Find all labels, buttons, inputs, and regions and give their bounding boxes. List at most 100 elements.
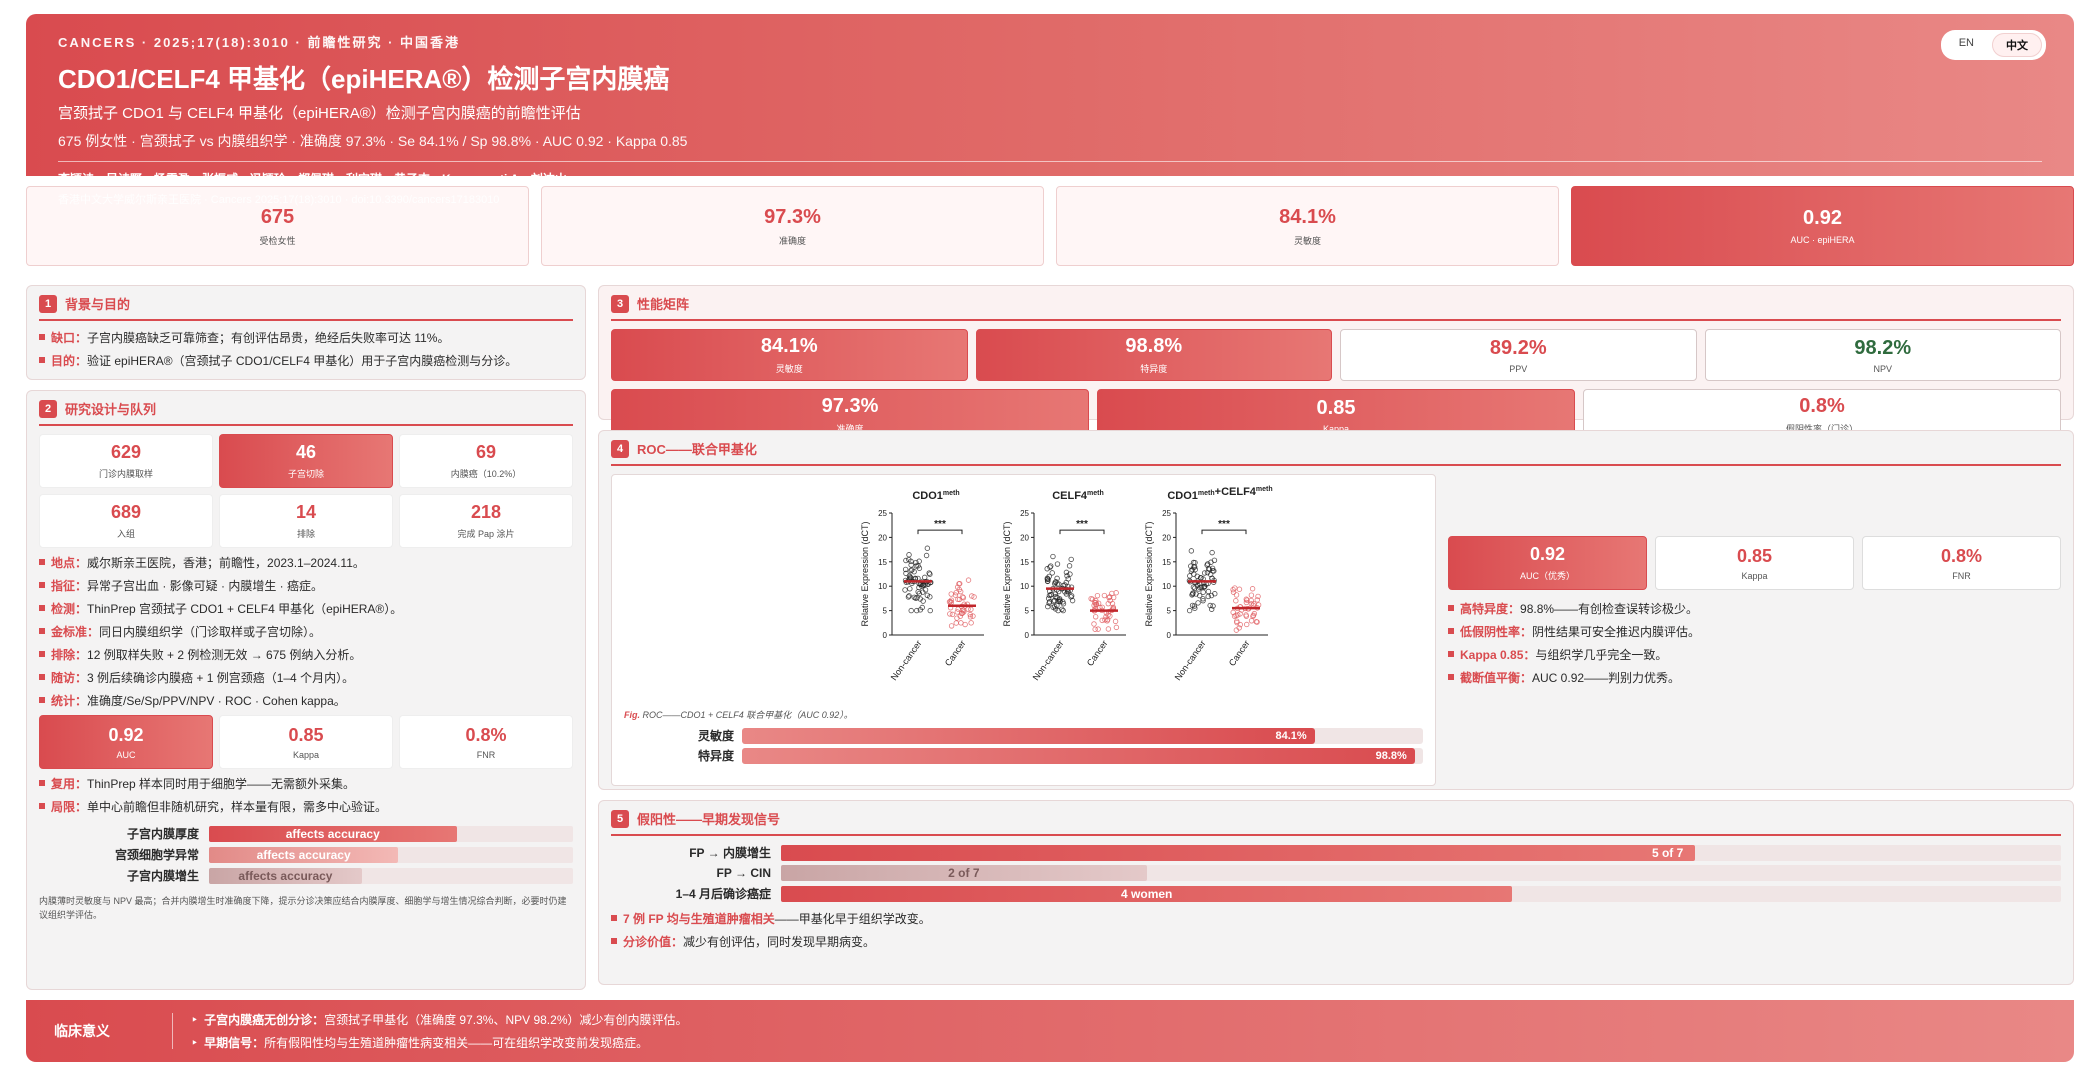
cohort-label: 完成 Pap 涂片 (457, 529, 515, 539)
caption-prefix: Fig. (624, 710, 640, 720)
accuracy-factors: 子宫内膜厚度 affects accuracy 宫颈细胞学异常 affects … (39, 825, 573, 884)
bullet-text: 98.8%——有创检查误转诊极少。 (1520, 602, 1699, 616)
bullet: 局限：单中心前瞻但非随机研究，样本量有限，需多中心验证。 (39, 798, 573, 815)
data-point (1065, 576, 1071, 582)
section-number: 1 (39, 294, 57, 313)
roc-metric: 0.85 Kappa (1655, 536, 1854, 590)
data-point (1054, 561, 1061, 567)
bullet-key: 地点： (51, 556, 88, 570)
bullet-key: 高特异度： (1460, 602, 1521, 616)
bar-track: 98.8% (742, 747, 1423, 764)
bullet-square-icon (1448, 628, 1454, 634)
lang-en-button[interactable]: EN (1945, 33, 1988, 57)
cohort-value: 218 (470, 502, 502, 522)
section-number: 4 (611, 439, 629, 458)
stat-value: 675 (260, 205, 295, 228)
perf-value: 89.2% (1489, 336, 1547, 359)
stat-label: 受检女性 (259, 235, 296, 246)
data-point (1113, 590, 1119, 596)
bullet-square-icon (39, 651, 45, 657)
bar-fill: 98.8% (742, 747, 1415, 764)
authors: 李颖诗、吴诗野、杨雪盈、张振威、冯颖玲、郑佩琪、利宝琪、黄子杰、Kannegan… (58, 172, 567, 186)
language-toggle: EN 中文 (1940, 30, 2046, 60)
stat-label: AUC · epiHERA (1790, 235, 1855, 245)
y-tick-label: 15 (1162, 558, 1171, 567)
bullet-square-icon (39, 628, 45, 634)
section-roc: 4 ROC——联合甲基化 CDO1meth 0 5 10 15 20 25 Relative … (598, 430, 2074, 790)
data-point (1205, 588, 1212, 595)
section-heading: ROC——联合甲基化 (637, 442, 757, 457)
section-title: 4 ROC——联合甲基化 (611, 439, 2061, 466)
stat-value: 84.1% (1279, 205, 1336, 228)
data-point (958, 620, 964, 626)
fp-track: 2 of 7 (781, 865, 2061, 881)
left-column: 1 背景与目的 缺口：子宫内膜癌缺乏可靠筛查；有创评估昂贵，绝经后失败率可达 1… (26, 285, 586, 990)
roc-metric-value: 0.85 (1736, 545, 1773, 566)
perf-value: 0.8% (1799, 395, 1845, 417)
cohort-label: 门诊内膜取样 (98, 469, 153, 479)
x-category-label: Cancer (943, 638, 968, 668)
data-point (1095, 626, 1101, 632)
bullet-square-icon (611, 915, 617, 921)
factor-label: 宫颈细胞学异常 (114, 848, 199, 862)
page: CANCERS · 2025;17(18):3010 · 前瞻性研究 · 中国香… (0, 0, 2100, 1080)
data-point (948, 623, 955, 629)
footer-clinical-significance: 临床意义 ‣ 子宫内膜癌无创分诊：宫颈拭子甲基化（准确度 97.3%、NPV 98… (26, 1000, 2074, 1062)
roc-metric-value: 0.92 (1529, 544, 1566, 564)
fp-row: FP → CIN 2 of 7 (611, 865, 2061, 881)
significance-bracket (917, 529, 963, 535)
fp-track: 5 of 7 (781, 844, 2061, 861)
caption-text: ROC——CDO1 + CELF4 联合甲基化（AUC 0.92）。 (642, 710, 853, 720)
bullet-text: 验证 epiHERA®（宫颈拭子 CDO1/CELF4 甲基化）用于子宫内膜癌检… (87, 354, 518, 368)
section-title: 3 性能矩阵 (611, 294, 2061, 321)
bar-fill: 84.1% (742, 727, 1315, 744)
roc-side-grid: 0.92 AUC（优秀） 0.85 Kappa 0.8% FNR (1448, 536, 2061, 590)
data-point (953, 620, 959, 626)
y-tick-label: 0 (1167, 631, 1172, 640)
section-heading: 背景与目的 (65, 297, 131, 312)
bullet-square-icon (39, 334, 45, 340)
y-tick-label: 20 (1020, 533, 1029, 542)
metrics-grid: 0.92 AUC 0.85 Kappa 0.8% FNR (39, 715, 573, 769)
perf-label: PPV (1509, 363, 1528, 374)
footer-line: ‣ 早期信号：所有假阳性均与生殖道肿瘤性病变相关——可在组织学改变前发现癌症。 (191, 1034, 688, 1051)
bullet-square-icon (39, 582, 45, 588)
footer-title: 临床意义 (54, 1023, 110, 1039)
y-tick-label: 5 (1167, 607, 1172, 616)
factor-fill: affects accuracy (209, 846, 399, 863)
data-point (1244, 621, 1250, 628)
bullet-text: 3 例后续确诊内膜癌 + 1 例宫颈癌（1–4 个月内）。 (87, 671, 355, 685)
data-point (1113, 624, 1120, 631)
y-tick-label: 5 (883, 607, 888, 616)
significance-bracket (1201, 529, 1247, 535)
se-sp-bars: 灵敏度 84.1% 特异度 98.8% (624, 727, 1423, 764)
bullet-key: 排除： (51, 648, 88, 662)
section-title: 5 假阳性——早期发现信号 (611, 809, 2061, 836)
y-tick-label: 25 (1162, 509, 1171, 518)
x-category-label: Cancer (1085, 638, 1110, 668)
triangle-right-icon: ‣ (191, 1036, 199, 1050)
x-category-label: Non-cancer (889, 638, 924, 682)
bullet-text: 准确度/Se/Sp/PPV/NPV · ROC · Cohen kappa。 (87, 694, 346, 708)
perf-label: 灵敏度 (775, 364, 803, 374)
design-bullets: 地点：威尔斯亲王医院，香港；前瞻性，2023.1–2024.11。 指征：异常子… (39, 554, 573, 709)
lang-zh-button[interactable]: 中文 (1992, 33, 2042, 57)
factor-row: 宫颈细胞学异常 affects accuracy (39, 846, 573, 863)
bullet-text: 同日内膜组织学（门诊取样或子宫切除）。 (99, 625, 322, 639)
significance-bracket (1059, 529, 1105, 535)
bullet-key: 金标准： (51, 625, 100, 639)
se-bar-row: 灵敏度 84.1% (624, 727, 1423, 744)
y-tick-label: 20 (878, 533, 887, 542)
bullet-text: ——甲基化早于组织学改变。 (774, 912, 931, 926)
factor-fill: affects accuracy (209, 825, 457, 842)
metric-label: Kappa (292, 749, 320, 760)
data-point (1233, 598, 1239, 604)
factor-track: affects accuracy (209, 846, 573, 863)
section-performance: 3 性能矩阵 84.1% 灵敏度 98.8% 特异度 89.2% PPV 98.2% N… (598, 285, 2074, 441)
perf-value: 97.3% (821, 395, 879, 417)
bullet: 高特异度：98.8%——有创检查误转诊极少。 (1448, 600, 2061, 617)
roc-metric: 0.8% FNR (1862, 536, 2061, 590)
data-point (924, 545, 931, 551)
bullet-key: 随访： (51, 671, 88, 685)
section-number: 3 (611, 294, 629, 313)
